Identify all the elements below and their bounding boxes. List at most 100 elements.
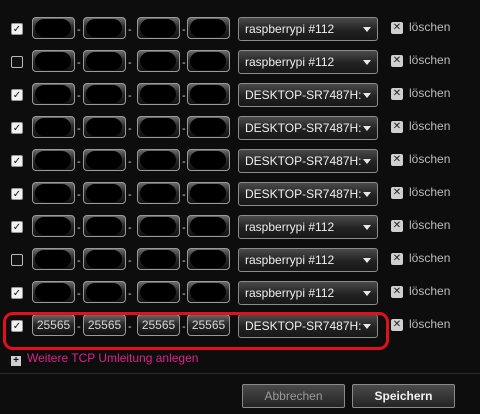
delete-icon[interactable]: ✕ <box>391 319 403 331</box>
delete-link[interactable]: löschen <box>409 284 450 298</box>
redaction-mark <box>190 250 226 268</box>
port-separator: - <box>77 90 81 102</box>
delete-icon[interactable]: ✕ <box>391 22 403 34</box>
enable-checkbox[interactable]: ✓ <box>11 188 23 200</box>
enable-checkbox[interactable]: ✓ <box>11 155 23 167</box>
port-field[interactable] <box>83 248 126 270</box>
port-field[interactable] <box>32 248 75 270</box>
port-separator: - <box>77 123 81 135</box>
redaction-mark <box>140 250 176 268</box>
delete-icon[interactable]: ✕ <box>391 55 403 67</box>
redaction-mark <box>35 217 71 235</box>
delete-link[interactable]: löschen <box>409 53 450 67</box>
save-button[interactable]: Speichern <box>352 384 455 408</box>
port-field[interactable] <box>83 182 126 204</box>
redaction-mark <box>86 184 122 202</box>
redaction-mark <box>190 19 226 37</box>
delete-link[interactable]: löschen <box>409 86 450 100</box>
delete-icon[interactable]: ✕ <box>391 88 403 100</box>
port-field[interactable] <box>187 182 230 204</box>
port-field[interactable] <box>83 17 126 39</box>
port-field[interactable] <box>187 17 230 39</box>
enable-checkbox[interactable] <box>11 254 23 266</box>
device-select[interactable]: DESKTOP-SR7487H: <box>238 116 378 140</box>
plus-icon: + <box>11 356 21 366</box>
device-select[interactable]: DESKTOP-SR7487H: <box>238 182 378 206</box>
delete-link[interactable]: löschen <box>409 152 450 166</box>
enable-checkbox[interactable]: ✓ <box>11 287 23 299</box>
device-select-value: raspberrypi #112 <box>245 22 335 36</box>
enable-checkbox[interactable]: ✓ <box>11 221 23 233</box>
port-separator: - <box>128 156 132 168</box>
device-select[interactable]: DESKTOP-SR7487H: <box>238 83 378 107</box>
port-field[interactable] <box>83 116 126 138</box>
port-field[interactable] <box>137 281 180 303</box>
device-select-value: DESKTOP-SR7487H: <box>245 187 362 201</box>
port-separator: - <box>128 222 132 234</box>
redaction-mark <box>86 250 122 268</box>
port-field[interactable] <box>32 281 75 303</box>
delete-icon[interactable]: ✕ <box>391 154 403 166</box>
port-field[interactable] <box>187 149 230 171</box>
port-field[interactable] <box>187 248 230 270</box>
redaction-mark <box>35 151 71 169</box>
port-field[interactable] <box>32 116 75 138</box>
delete-icon[interactable]: ✕ <box>391 187 403 199</box>
delete-link[interactable]: löschen <box>409 119 450 133</box>
port-field[interactable] <box>137 149 180 171</box>
device-select[interactable]: raspberrypi #112 <box>238 248 378 272</box>
device-select[interactable]: raspberrypi #112 <box>238 50 378 74</box>
port-field[interactable] <box>32 149 75 171</box>
redaction-mark <box>86 283 122 301</box>
port-field[interactable] <box>137 17 180 39</box>
forwarding-row: ✓ - - - raspberrypi #112 ✕ löschen <box>0 277 480 310</box>
port-field[interactable] <box>137 116 180 138</box>
port-field[interactable] <box>137 215 180 237</box>
delete-icon[interactable]: ✕ <box>391 121 403 133</box>
enable-checkbox[interactable]: ✓ <box>11 89 23 101</box>
device-select[interactable]: raspberrypi #112 <box>238 17 378 41</box>
port-field[interactable] <box>187 83 230 105</box>
port-field[interactable] <box>187 281 230 303</box>
device-select[interactable]: DESKTOP-SR7487H: <box>238 149 378 173</box>
device-select-value: raspberrypi #112 <box>245 220 335 234</box>
port-field[interactable] <box>187 50 230 72</box>
cancel-button[interactable]: Abbrechen <box>242 384 345 408</box>
port-field[interactable] <box>32 83 75 105</box>
device-select[interactable]: raspberrypi #112 <box>238 281 378 305</box>
enable-checkbox[interactable]: ✓ <box>11 23 23 35</box>
redaction-mark <box>86 85 122 103</box>
port-field[interactable] <box>137 50 180 72</box>
add-tcp-forwarding-link[interactable]: + Weitere TCP Umleitung anlegen <box>11 351 198 367</box>
redaction-mark <box>190 151 226 169</box>
port-separator: - <box>182 189 186 201</box>
port-field[interactable] <box>83 149 126 171</box>
delete-icon[interactable]: ✕ <box>391 253 403 265</box>
delete-icon[interactable]: ✕ <box>391 220 403 232</box>
delete-link[interactable]: löschen <box>409 20 450 34</box>
delete-link[interactable]: löschen <box>409 317 450 331</box>
port-field[interactable] <box>137 182 180 204</box>
port-field[interactable] <box>83 215 126 237</box>
port-field[interactable] <box>32 215 75 237</box>
enable-checkbox[interactable] <box>11 56 23 68</box>
delete-icon[interactable]: ✕ <box>391 286 403 298</box>
port-field[interactable] <box>187 215 230 237</box>
port-field[interactable] <box>83 83 126 105</box>
delete-link[interactable]: löschen <box>409 185 450 199</box>
port-field[interactable] <box>187 116 230 138</box>
port-separator: - <box>77 156 81 168</box>
port-field[interactable] <box>32 182 75 204</box>
port-field[interactable] <box>32 50 75 72</box>
port-separator: - <box>77 57 81 69</box>
delete-link[interactable]: löschen <box>409 218 450 232</box>
port-field[interactable] <box>83 50 126 72</box>
port-field[interactable] <box>32 17 75 39</box>
port-field[interactable] <box>83 281 126 303</box>
redaction-mark <box>140 151 176 169</box>
delete-link[interactable]: löschen <box>409 251 450 265</box>
port-field[interactable] <box>137 83 180 105</box>
device-select[interactable]: raspberrypi #112 <box>238 215 378 239</box>
port-field[interactable] <box>137 248 180 270</box>
enable-checkbox[interactable]: ✓ <box>11 122 23 134</box>
